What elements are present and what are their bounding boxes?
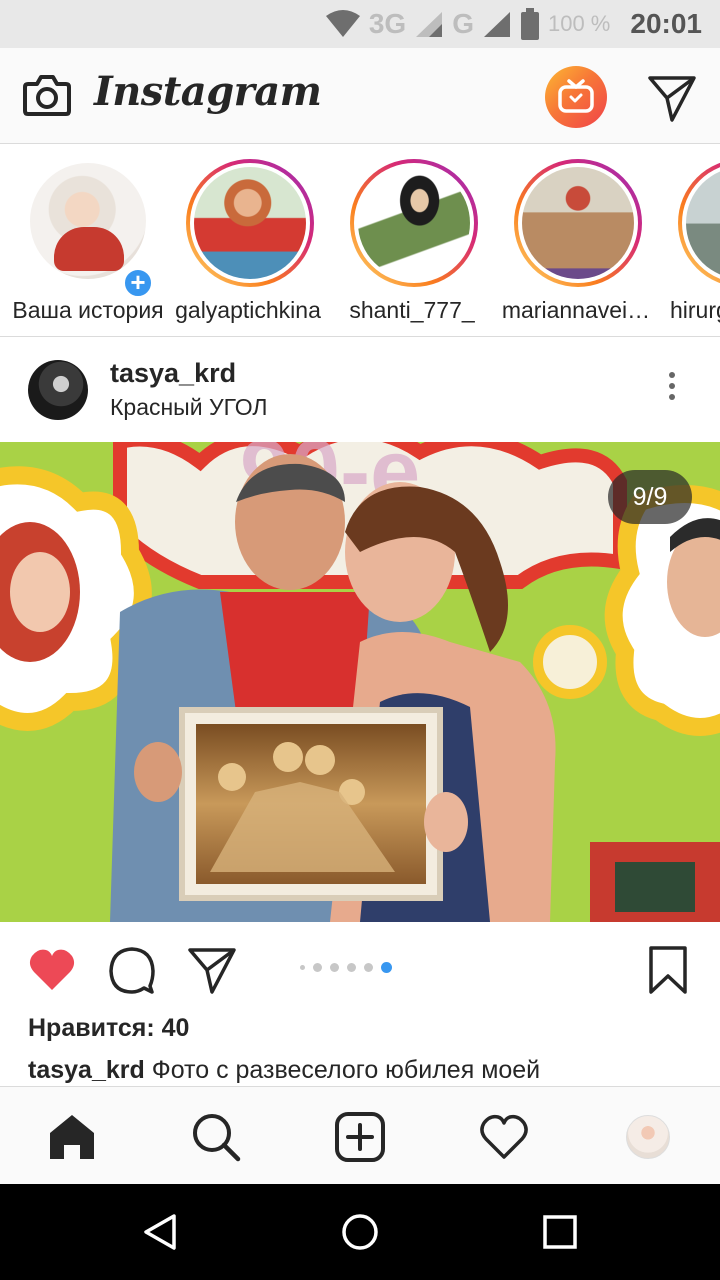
battery-percent: 100 % [547, 11, 611, 36]
clock: 20:01 [630, 8, 702, 39]
story-avatar [522, 167, 634, 279]
story-label: galyaptichkina [175, 297, 321, 323]
signal-icon [416, 12, 443, 37]
igtv-icon [558, 79, 594, 113]
own-story-avatar [30, 163, 146, 279]
status-bar: 3G G 100 % 20:01 [0, 0, 720, 48]
post-author-avatar[interactable] [28, 360, 88, 420]
post-caption: tasya_krd Фото с развеселого юбилея моей [28, 1056, 708, 1085]
share-icon[interactable] [186, 944, 238, 996]
story-label: mariannavei… [501, 297, 651, 323]
like-heart-icon[interactable] [26, 944, 78, 996]
post-photo-illustration: 90-е [0, 442, 720, 922]
likes-count[interactable]: Нравится: 40 [28, 1014, 189, 1043]
caption-text: Фото с развеселого юбилея моей [144, 1056, 541, 1084]
home-circle-icon[interactable] [340, 1212, 380, 1252]
post-location[interactable]: Красный УГОЛ [110, 394, 267, 421]
search-icon[interactable] [190, 1111, 242, 1163]
story-label: hirurg [670, 297, 720, 323]
wifi-icon [325, 10, 360, 37]
carousel-dot [330, 963, 339, 972]
carousel-indicator [300, 962, 392, 973]
new-post-icon[interactable] [334, 1111, 386, 1163]
carousel-dot-active [381, 962, 392, 973]
post-actions [0, 922, 720, 1014]
post-author-username[interactable]: tasya_krd [110, 358, 236, 389]
profile-avatar[interactable] [626, 1115, 670, 1159]
add-story-icon[interactable]: + [122, 267, 154, 299]
battery-icon [520, 8, 539, 40]
top-bar: Instagram [0, 48, 720, 144]
igtv-button[interactable] [545, 66, 607, 128]
story-label: Ваша история [12, 297, 164, 323]
carousel-dot [347, 963, 356, 972]
post-header: tasya_krd Красный УГОЛ [0, 338, 720, 442]
bottom-nav [0, 1086, 720, 1184]
more-options-icon[interactable] [662, 368, 682, 412]
image-counter: 9/9 [608, 470, 692, 524]
signal-icon-2 [483, 12, 510, 37]
network-type-3g: 3G [368, 8, 407, 39]
camera-icon[interactable] [22, 70, 72, 120]
carousel-dot [300, 965, 305, 970]
instagram-logo: Instagram [94, 68, 322, 115]
bookmark-icon[interactable] [642, 944, 694, 996]
home-icon[interactable] [46, 1111, 98, 1163]
post-photo[interactable]: 90-е [0, 442, 720, 922]
story-avatar [358, 167, 470, 279]
story-label: shanti_777_ [349, 297, 475, 323]
recents-icon[interactable] [540, 1212, 580, 1252]
stories-tray: + Ваша история galyaptichkina shanti_777… [0, 145, 720, 337]
comment-icon[interactable] [106, 944, 158, 996]
back-icon[interactable] [140, 1212, 180, 1252]
story-avatar [686, 167, 720, 279]
story-avatar [194, 167, 306, 279]
carousel-dot [364, 963, 373, 972]
caption-username[interactable]: tasya_krd [28, 1056, 145, 1084]
carousel-dot [313, 963, 322, 972]
direct-message-icon[interactable] [646, 72, 698, 124]
activity-heart-icon[interactable] [478, 1111, 530, 1163]
android-nav-bar [0, 1184, 720, 1280]
network-type-g: G [452, 8, 474, 39]
